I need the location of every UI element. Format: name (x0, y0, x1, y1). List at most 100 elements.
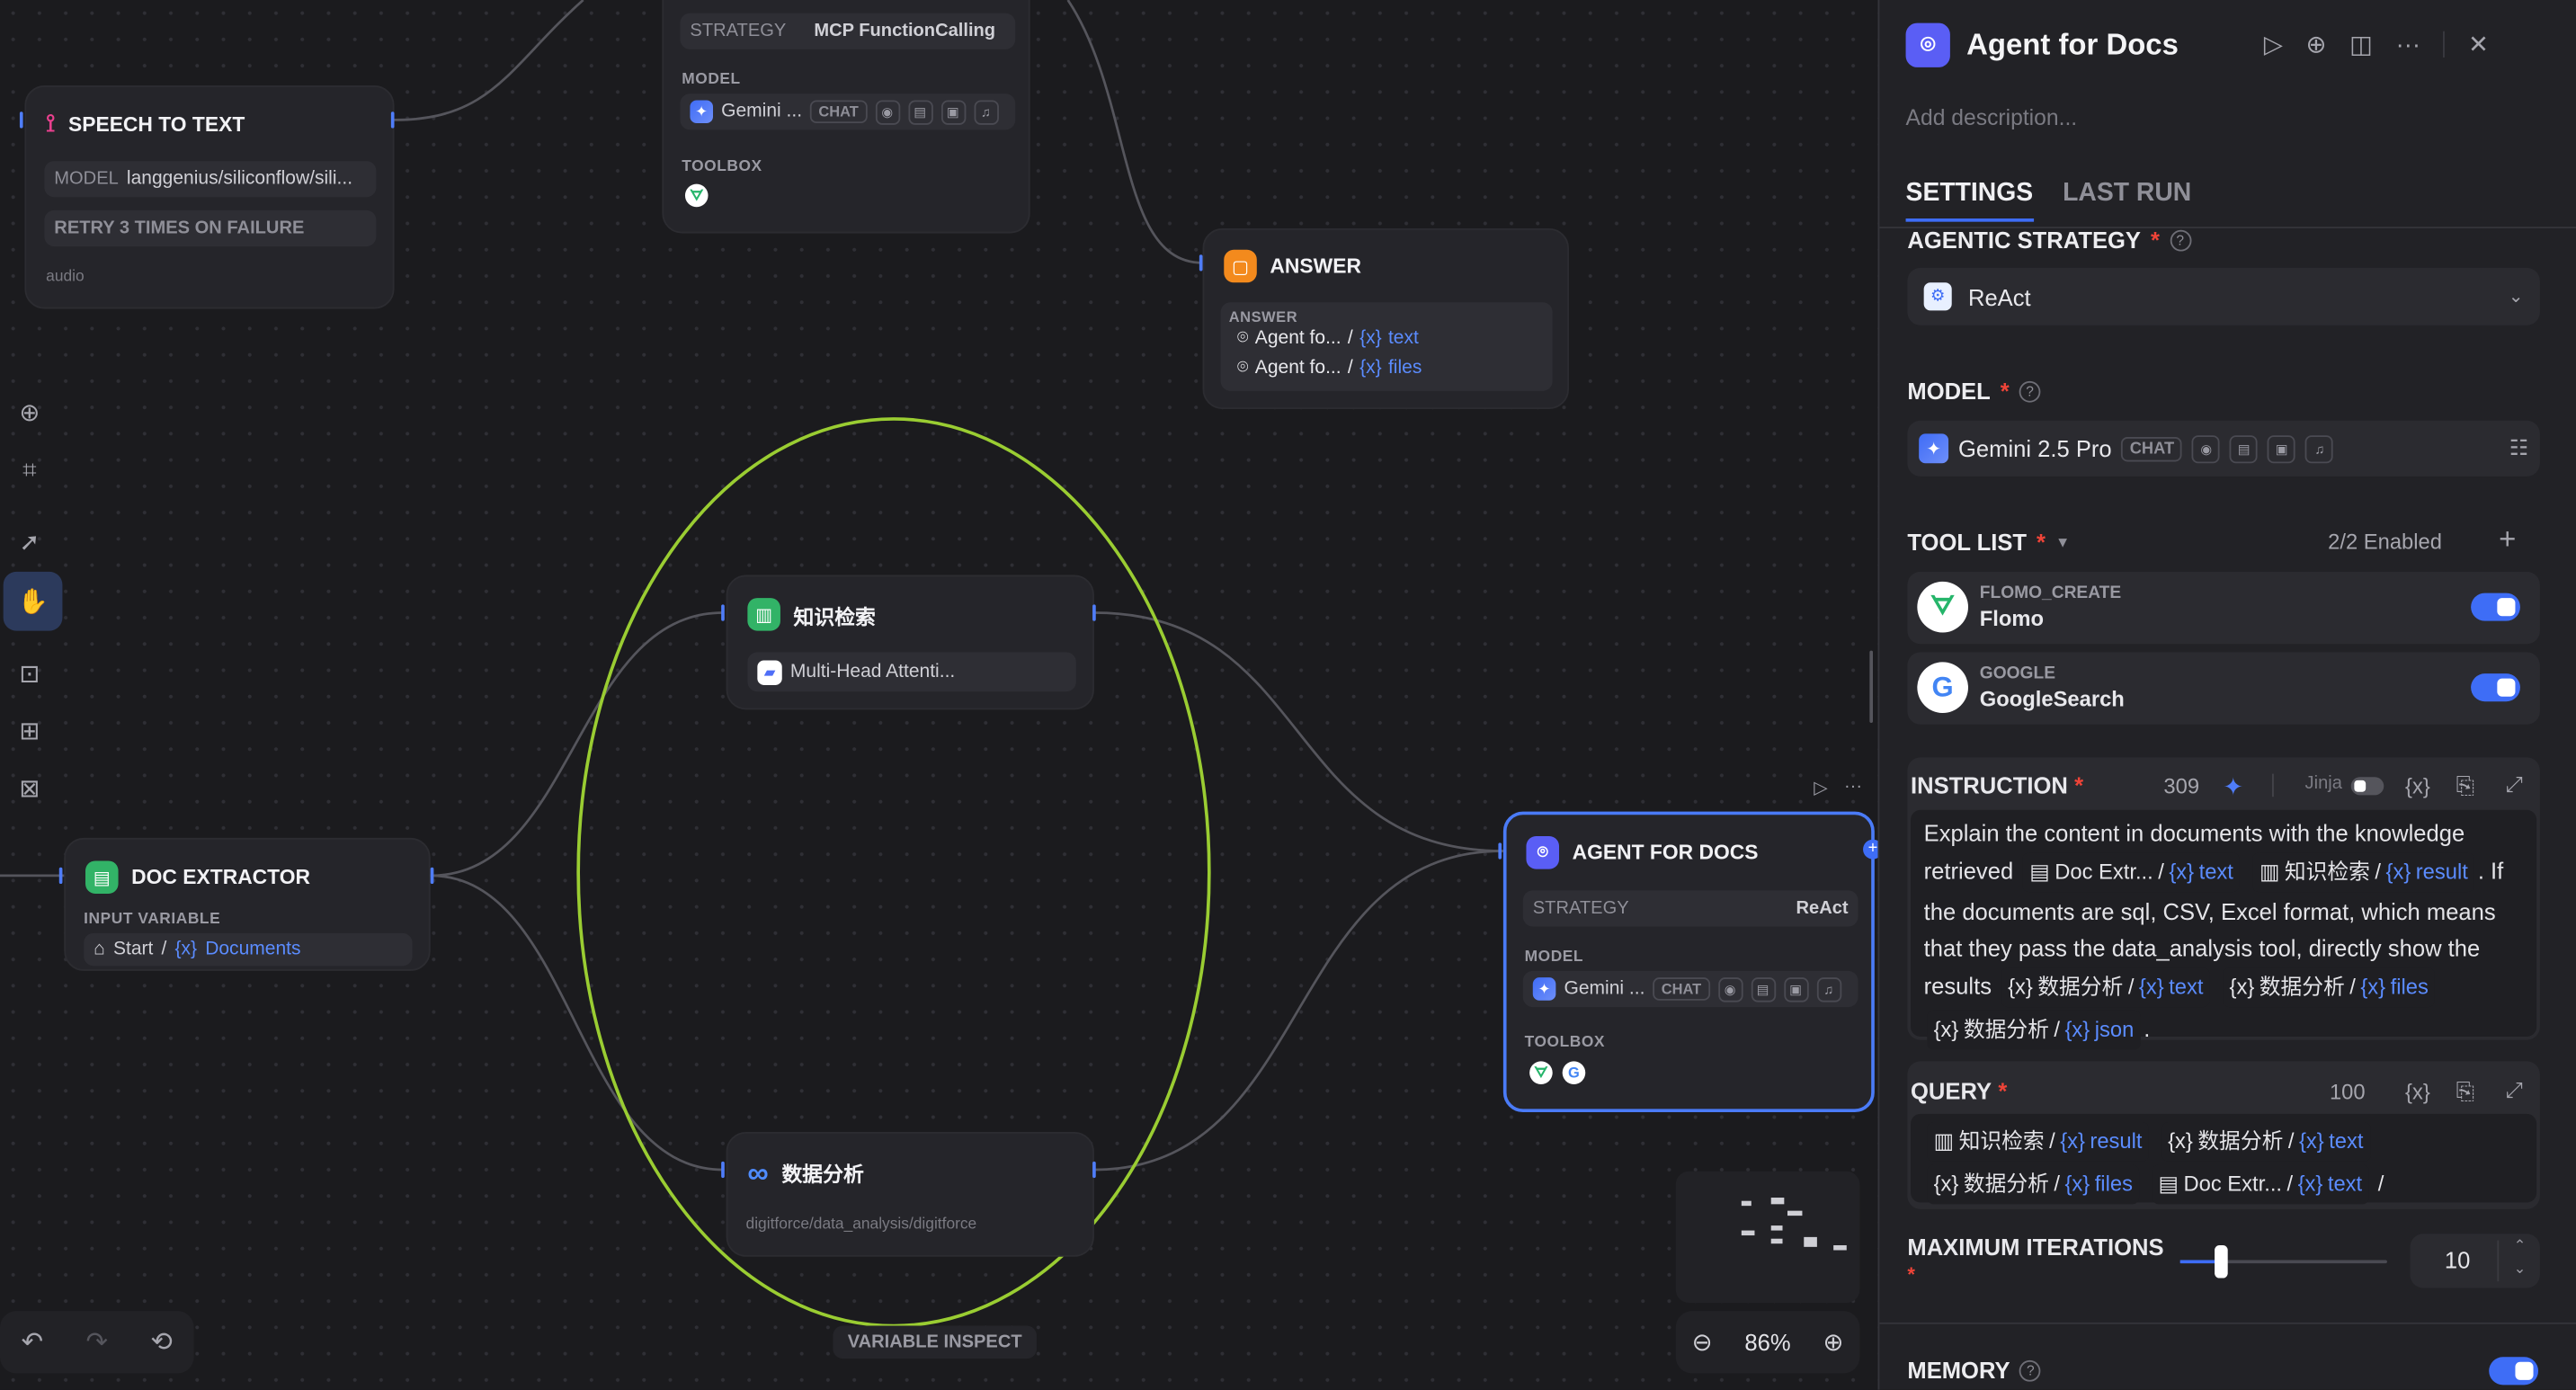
variable-chip: ▤ Doc Extr... / {x} text (2152, 1164, 2369, 1205)
instruction-text[interactable]: Explain the content in documents with th… (1924, 815, 2528, 1051)
input-port[interactable] (1199, 254, 1203, 272)
model-select[interactable]: ✦ Gemini 2.5 Pro CHAT ◉ ▤ ▣ ♫ ☷ (1907, 420, 2540, 477)
agent-icon: ⌾ (1236, 358, 1249, 379)
input-port[interactable] (721, 604, 725, 621)
google-icon: G (1917, 662, 1968, 714)
document-extract-icon: ▤ (85, 860, 119, 894)
output-port[interactable] (1092, 604, 1096, 621)
expand-icon[interactable]: ⤢ (2505, 772, 2522, 798)
output-type: audio (46, 267, 85, 286)
output-port[interactable] (430, 867, 434, 885)
export-image-icon[interactable]: ⊡ (0, 644, 59, 703)
add-block-icon[interactable]: ⊕ (0, 383, 59, 442)
sparkle-icon[interactable]: ✦ (2223, 772, 2243, 802)
input-port[interactable] (1498, 842, 1502, 860)
variable-insert-icon[interactable]: {x} (2405, 1079, 2430, 1103)
tab-last-run[interactable]: LAST RUN (2063, 179, 2191, 222)
answer-node[interactable]: ▢ ANSWER ANSWER ⌾ Agent fo... / {x} text ⌾ Ag… (1202, 227, 1569, 409)
hand-icon[interactable]: ✋ (3, 571, 63, 631)
model-field: MODEL langgenius/siliconflow/sili... (44, 161, 377, 198)
tools-enabled-count: 2/2 Enabled (2328, 529, 2442, 554)
workflow-canvas[interactable]: ⟟ SPEECH TO TEXT MODEL langgenius/silico… (0, 0, 2576, 1390)
document-icon: ▤ (2029, 859, 2050, 885)
video-icon: ▣ (1783, 976, 1808, 1002)
minimap[interactable] (1675, 1171, 1860, 1303)
tool-item[interactable]: ᗊ FLOMO_CREATE Flomo (1907, 571, 2540, 645)
tool-toggle[interactable] (2471, 673, 2520, 702)
variable-insert-icon[interactable]: {x} (2405, 774, 2430, 798)
memory-toggle[interactable] (2489, 1357, 2539, 1386)
knowledge-retrieval-node[interactable]: ▥ 知识检索 ▰ Multi-Head Attenti... (726, 575, 1094, 710)
zoom-level[interactable]: 86% (1744, 1329, 1790, 1355)
book-icon: ▥ (747, 598, 780, 631)
speech-to-text-node[interactable]: ⟟ SPEECH TO TEXT MODEL langgenius/silico… (24, 85, 395, 309)
redo-icon[interactable]: ↷ (86, 1326, 108, 1359)
instruction-editor[interactable]: INSTRUCTION * 309 ✦ Jinja {x} ⎘ ⤢ Explain… (1907, 757, 2540, 1050)
microphone-icon: ⟟ (46, 110, 56, 138)
variable-chip: {x} 数据分析 / {x} text (2001, 967, 2210, 1008)
query-editor[interactable]: QUERY * 100 {x} ⎘ ⤢ ▥ 知识检索 / {x} result {x} 数据… (1907, 1061, 2540, 1209)
crosshair-icon[interactable]: ⊕ (2306, 30, 2327, 59)
query-text[interactable]: ▥ 知识检索 / {x} result {x} 数据分析 / {x} text {x} 数据分析 /… (1924, 1120, 2528, 1206)
iterations-slider[interactable] (2179, 1245, 2387, 1279)
tool-item[interactable]: G GOOGLE GoogleSearch (1907, 652, 2540, 725)
vision-icon: ◉ (1717, 976, 1743, 1002)
panel-title[interactable]: Agent for Docs (1966, 28, 2179, 62)
history-icon[interactable]: ⟲ (150, 1326, 172, 1359)
copy-icon[interactable]: ⎘ (2456, 1078, 2474, 1106)
audio-icon: ♫ (973, 99, 999, 124)
add-tool-button[interactable]: + (2499, 522, 2516, 557)
more-icon[interactable]: ··· (2396, 31, 2420, 58)
answer-var-row: ⌾ Agent fo... / {x} files (1236, 358, 1422, 379)
zoom-in-icon[interactable]: ⊕ (1823, 1327, 1843, 1357)
help-icon: ? (2169, 228, 2191, 251)
zoom-out-icon[interactable]: ⊖ (1692, 1327, 1713, 1357)
model-settings-icon[interactable]: ☷ (2509, 435, 2528, 461)
minimap-toggle-icon[interactable]: ⊠ (0, 759, 59, 818)
variable-chip: {x} 数据分析 / {x} files (2223, 967, 2436, 1008)
add-note-icon[interactable]: ⌗ (0, 441, 59, 500)
variable-chip: ▥ 知识检索 / {x} result (1927, 1121, 2149, 1162)
copy-icon[interactable]: ⎘ (2456, 772, 2474, 800)
close-icon[interactable]: ✕ (2468, 30, 2489, 59)
input-port[interactable] (58, 867, 63, 885)
agent-icon: ⌾ (1526, 836, 1560, 869)
data-analysis-node[interactable]: ∞ 数据分析 digitforce/data_analysis/digitfor… (726, 1131, 1094, 1257)
tab-settings[interactable]: SETTINGS (1905, 179, 2034, 222)
pointer-icon[interactable]: ➚ (0, 512, 59, 572)
gemini-icon: ✦ (1919, 433, 1949, 464)
run-node-icon[interactable]: ▷ (1814, 777, 1827, 798)
caret-down-icon: ▼ (2055, 533, 2071, 551)
undo-icon[interactable]: ↶ (22, 1326, 43, 1359)
variable-inspect-button[interactable]: VARIABLE INSPECT (833, 1325, 1037, 1359)
agent-icon: ⌾ (1236, 328, 1249, 349)
iterations-input[interactable]: 10 ⌃ ⌄ (2410, 1234, 2540, 1288)
variable-chip: ▥ 知识检索 / {x} result (2252, 852, 2475, 893)
input-port[interactable] (721, 1161, 725, 1179)
decrement-icon[interactable]: ⌄ (2514, 1260, 2527, 1278)
strategy-select[interactable]: ⚙ ReAct ⌄ (1907, 267, 2540, 325)
flomo-icon: ᗊ (1529, 1061, 1553, 1084)
input-port[interactable] (19, 111, 23, 129)
flomo-icon: ᗊ (1917, 581, 1968, 633)
run-icon[interactable]: ▷ (2264, 30, 2283, 59)
doc-extractor-node[interactable]: ▤ DOC EXTRACTOR INPUT VARIABLE ⌂ Start / {x… (64, 837, 431, 971)
output-port[interactable] (390, 111, 395, 129)
panel-resize-handle[interactable] (1869, 650, 1874, 723)
expand-icon[interactable]: ⤢ (2505, 1078, 2522, 1104)
organize-blocks-icon[interactable]: ⊞ (0, 701, 59, 761)
agent-for-docs-node[interactable]: ⌾ AGENT FOR DOCS STRATEGY ReAct MODEL ✦ … (1502, 811, 1875, 1113)
output-port[interactable] (1092, 1161, 1096, 1179)
increment-icon[interactable]: ⌃ (2514, 1237, 2527, 1255)
node-settings-panel: ⌾ Agent for Docs ▷ ⊕ ◫ ··· ✕ Add descrip… (1877, 0, 2576, 1390)
description-input[interactable]: Add description... (1906, 105, 2078, 129)
book-icon: ▥ (2259, 859, 2280, 885)
jinja-toggle[interactable] (2350, 777, 2384, 796)
tool-toggle[interactable] (2471, 593, 2520, 621)
split-view-icon[interactable]: ◫ (2349, 30, 2373, 59)
more-icon[interactable]: ··· (1844, 777, 1862, 798)
slider-thumb[interactable] (2215, 1245, 2229, 1279)
variable-chip: {x} 数据分析 / {x} text (2161, 1121, 2370, 1162)
agent-top-node[interactable]: STRATEGY MCP FunctionCalling MODEL ✦ Gem… (662, 0, 1030, 234)
answer-icon: ▢ (1224, 249, 1257, 283)
